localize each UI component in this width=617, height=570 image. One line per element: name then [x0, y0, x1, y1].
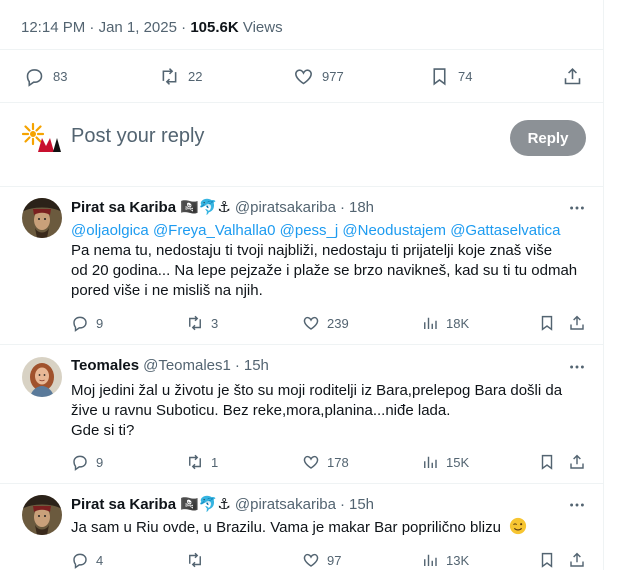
- mention-link[interactable]: @oljaolgica: [71, 222, 149, 239]
- post-text: @oljaolgica @Freya_Valhalla0 @pess_j @Ne…: [71, 221, 591, 301]
- views-chart-icon: [424, 456, 437, 468]
- heart-icon: [303, 316, 319, 330]
- like-action[interactable]: 977: [293, 66, 344, 87]
- post-header: Teomales @Teomales1 · 15h: [71, 357, 269, 374]
- author-name[interactable]: Pirat sa Kariba: [71, 199, 176, 216]
- reply-action[interactable]: 9: [71, 314, 103, 332]
- repost-action[interactable]: 1: [186, 453, 218, 471]
- tweet-date[interactable]: Jan 1, 2025: [99, 19, 177, 36]
- mention-link[interactable]: @Neodustajem: [342, 222, 446, 239]
- views-count: 105.6K: [190, 19, 239, 36]
- divider: [0, 102, 604, 103]
- avatar[interactable]: [22, 495, 62, 535]
- more-options-icon[interactable]: [567, 198, 587, 218]
- post-actions: 9 1 178 15K: [71, 453, 591, 475]
- reply-action[interactable]: 4: [71, 551, 103, 569]
- post-time[interactable]: 15h: [244, 357, 269, 374]
- wink-emoji-icon: [509, 517, 527, 535]
- bookmark-icon: [433, 68, 446, 86]
- bookmark-icon[interactable]: [538, 453, 556, 471]
- views-chart-icon: [424, 317, 437, 329]
- reply-icon: [73, 553, 87, 569]
- post-text: Moj jedini žal u životu je što su moji r…: [71, 382, 563, 439]
- views-label: Views: [242, 19, 283, 36]
- user-avatar-logo: [21, 122, 62, 156]
- mention-link[interactable]: @pess_j: [280, 222, 339, 239]
- author-handle[interactable]: @piratsakariba: [235, 199, 336, 216]
- views-action[interactable]: 15K: [421, 453, 469, 471]
- author-emojis: 🏴‍☠️🐬⚓: [180, 199, 231, 216]
- reply-action[interactable]: 9: [71, 453, 103, 471]
- reply-input[interactable]: Post your reply: [71, 125, 204, 148]
- mention-link[interactable]: @Freya_Valhalla0: [153, 222, 276, 239]
- repost-action[interactable]: [186, 551, 211, 569]
- mentions-line: @oljaolgica @Freya_Valhalla0 @pess_j @Ne…: [71, 221, 591, 241]
- repost-action[interactable]: 22: [159, 66, 202, 87]
- share-icon: [564, 67, 581, 85]
- reply-button[interactable]: Reply: [510, 120, 586, 156]
- heart-icon: [303, 455, 319, 469]
- post-header: Pirat sa Kariba 🏴‍☠️🐬⚓ @piratsakariba · …: [71, 198, 375, 217]
- post-time[interactable]: 18h: [349, 199, 374, 216]
- repost-icon: [162, 68, 177, 85]
- reply-icon: [26, 69, 43, 87]
- share-icon[interactable]: [568, 551, 586, 569]
- divider: [0, 483, 604, 484]
- tweet-actions: 83 22 977 74: [0, 62, 604, 94]
- views-chart-icon: [424, 554, 437, 566]
- more-options-icon[interactable]: [567, 495, 587, 515]
- repost-icon: [189, 552, 201, 568]
- reply-post[interactable]: Pirat sa Kariba 🏴‍☠️🐬⚓ @piratsakariba · …: [0, 198, 604, 344]
- repost-action[interactable]: 3: [186, 314, 218, 332]
- conversation-column: 12:14 PM · Jan 1, 2025 · 105.6K Views 83…: [0, 0, 604, 570]
- post-time[interactable]: 15h: [349, 496, 374, 513]
- author-handle[interactable]: @piratsakariba: [235, 496, 336, 513]
- reply-post[interactable]: Teomales @Teomales1 · 15h Moj jedini žal…: [0, 357, 604, 485]
- tweet-time[interactable]: 12:14 PM: [21, 19, 85, 36]
- views-action[interactable]: 13K: [421, 551, 469, 569]
- author-emojis: 🏴‍☠️🐬⚓: [180, 496, 231, 513]
- more-options-icon[interactable]: [567, 357, 587, 377]
- avatar[interactable]: [22, 357, 62, 397]
- reply-action[interactable]: 83: [24, 66, 67, 87]
- repost-icon: [189, 315, 201, 331]
- avatar[interactable]: [22, 198, 62, 238]
- author-handle[interactable]: @Teomales1: [143, 357, 231, 374]
- share-icon[interactable]: [568, 453, 586, 471]
- bookmark-icon[interactable]: [538, 314, 556, 332]
- heart-icon: [303, 553, 319, 567]
- reply-icon: [73, 455, 87, 471]
- like-action[interactable]: 239: [302, 314, 349, 332]
- share-icon[interactable]: [568, 314, 586, 332]
- tweet-meta: 12:14 PM · Jan 1, 2025 · 105.6K Views: [21, 19, 283, 36]
- bookmark-icon[interactable]: [538, 551, 556, 569]
- divider: [0, 186, 604, 187]
- author-name[interactable]: Teomales: [71, 357, 139, 374]
- reply-post[interactable]: Pirat sa Kariba 🏴‍☠️🐬⚓ @piratsakariba · …: [0, 495, 604, 570]
- reply-composer: Post your reply Reply: [0, 110, 604, 166]
- like-action[interactable]: 178: [302, 453, 349, 471]
- reply-icon: [73, 316, 87, 332]
- like-action[interactable]: 97: [302, 551, 341, 569]
- author-name[interactable]: Pirat sa Kariba: [71, 496, 176, 513]
- share-action[interactable]: [562, 66, 583, 87]
- repost-icon: [189, 454, 201, 470]
- divider: [0, 344, 604, 345]
- views-action[interactable]: 18K: [421, 314, 469, 332]
- post-actions: 9 3 239 18K: [71, 314, 591, 336]
- post-text: Ja sam u Riu ovde, u Brazilu. Vama je ma…: [71, 517, 591, 538]
- mention-link[interactable]: @Gattaselvatica: [450, 222, 560, 239]
- post-actions: 4 97 13K: [71, 551, 591, 570]
- divider: [0, 49, 604, 50]
- post-header: Pirat sa Kariba 🏴‍☠️🐬⚓ @piratsakariba · …: [71, 495, 375, 514]
- heart-icon: [295, 69, 312, 85]
- bookmark-action[interactable]: 74: [429, 66, 472, 87]
